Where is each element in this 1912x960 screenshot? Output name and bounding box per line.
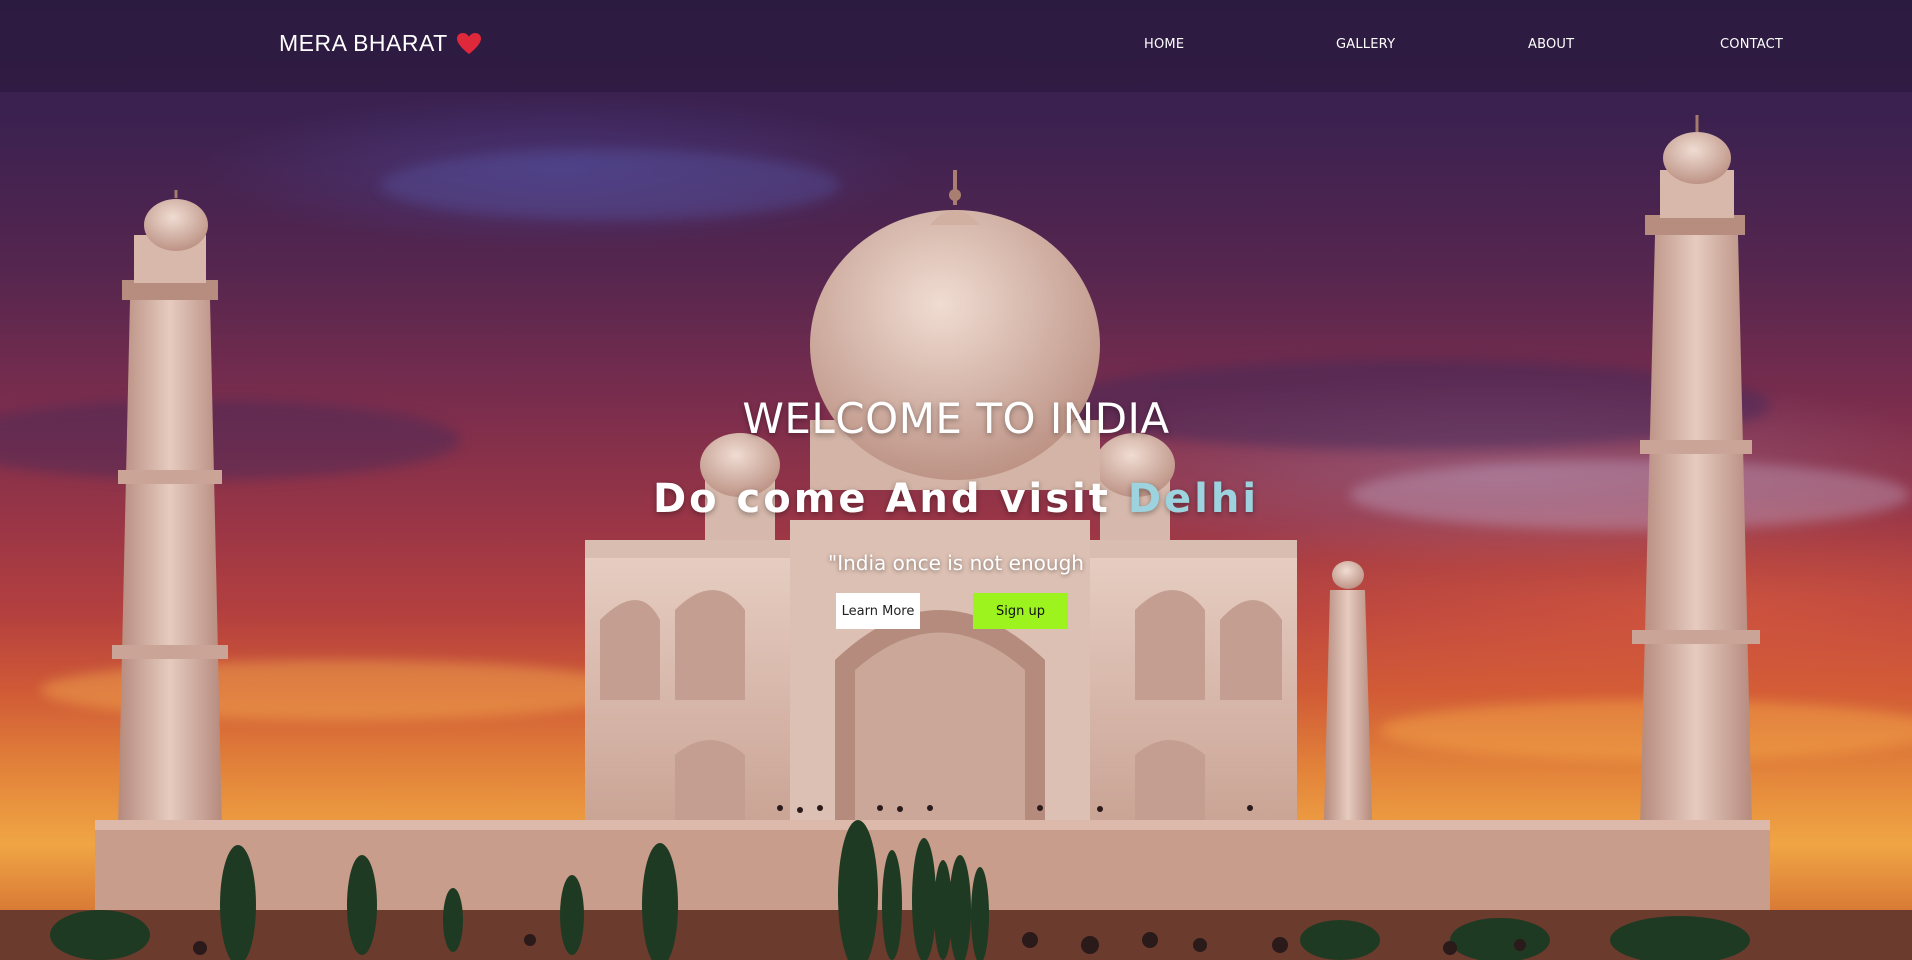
heart-icon xyxy=(456,32,481,54)
brand-logo[interactable]: MERA BHARAT xyxy=(279,30,482,57)
small-minaret xyxy=(1324,561,1372,820)
hero-quote: "India once is not enough xyxy=(828,551,1084,575)
learn-more-button[interactable]: Learn More xyxy=(836,593,920,629)
brand-name: MERA BHARAT xyxy=(279,30,448,56)
hero-subtitle-city: Delhi xyxy=(1127,476,1260,522)
nav-home-link[interactable]: HOME xyxy=(1144,37,1184,52)
sign-up-button[interactable]: Sign up xyxy=(973,593,1068,629)
hero-subtitle: Do come And visit Delhi xyxy=(0,476,1912,522)
nav-about-link[interactable]: ABOUT xyxy=(1528,37,1574,52)
top-navbar: MERA BHARAT HOME GALLERY ABOUT CONTACT xyxy=(0,0,1912,92)
nav-contact-link[interactable]: CONTACT xyxy=(1720,37,1783,52)
right-minaret xyxy=(1632,115,1760,830)
nav-gallery-link[interactable]: GALLERY xyxy=(1336,37,1395,52)
hero-title: WELCOME TO INDIA xyxy=(742,394,1170,443)
hero-subtitle-prefix: Do come And visit xyxy=(652,476,1111,522)
